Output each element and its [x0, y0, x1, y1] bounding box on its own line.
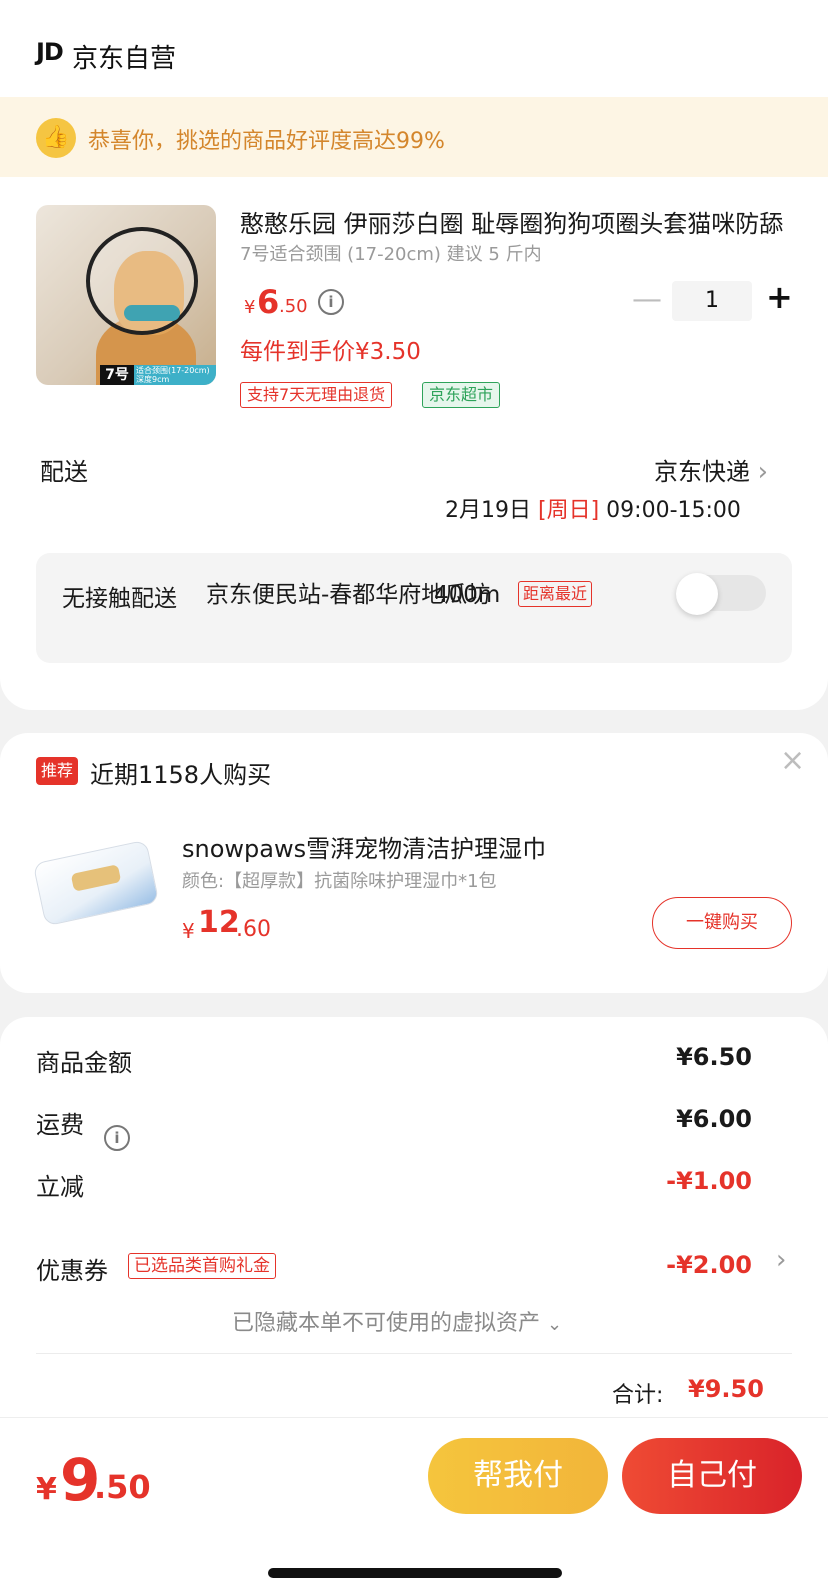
size-label: 7号: [100, 365, 134, 385]
price-summary-card: 商品金额 ¥6.50 运费 i ¥6.00 立减 -¥1.00 优惠券 已选品类…: [0, 1017, 828, 1417]
price-integer: 6: [257, 283, 280, 321]
checkout-bar: ¥ 9 .50 帮我付 自己付: [0, 1417, 828, 1594]
chevron-down-icon: ⌄: [547, 1314, 563, 1335]
wipes-product-image[interactable]: [32, 839, 160, 927]
chevron-right-icon: ›: [757, 457, 769, 487]
one-click-buy-button[interactable]: 一键购买: [652, 897, 792, 949]
coupon-label[interactable]: 优惠券: [36, 1251, 108, 1286]
info-icon[interactable]: i: [318, 289, 344, 315]
price-decimal: .50: [279, 296, 308, 317]
bottom-price-decimal: .50: [94, 1468, 151, 1506]
info-icon[interactable]: i: [104, 1125, 130, 1151]
product-title[interactable]: 憨憨乐园 伊丽莎白圈 耻辱圈狗狗项圈头套猫咪防舔: [240, 204, 790, 239]
recommend-product-spec: 颜色:【超厚款】抗菌除味护理湿巾*1包: [182, 871, 497, 892]
banner-text: 恭喜你，挑选的商品好评度高达99%: [88, 129, 445, 154]
total-label: 合计:: [612, 1383, 664, 1408]
shop-name[interactable]: 京东自营: [72, 38, 176, 75]
recommendation-card: 推荐 近期1158人购买 × snowpaws雪湃宠物清洁护理湿巾 颜色:【超厚…: [0, 733, 828, 993]
shipping-label: 运费: [36, 1111, 84, 1139]
return-policy-tag: 支持7天无理由退货: [240, 382, 393, 408]
delivery-weekday: [周日]: [538, 498, 600, 523]
coupon-value[interactable]: -¥2.00: [666, 1251, 752, 1279]
product-spec[interactable]: 7号适合颈围 (17-20cm) 建议 5 斤内: [240, 240, 542, 266]
coupon-tag: 已选品类首购礼金: [128, 1253, 276, 1279]
bottom-price-symbol: ¥: [36, 1472, 57, 1507]
items-amount-label: 商品金额: [36, 1049, 132, 1077]
home-indicator[interactable]: [268, 1568, 562, 1578]
price-symbol: ¥: [244, 297, 256, 318]
help-pay-button[interactable]: 帮我付: [428, 1438, 608, 1514]
discount-value: -¥1.00: [666, 1167, 752, 1195]
delivery-date[interactable]: 2月19日 [周日] 09:00-15:00: [445, 492, 741, 524]
pickup-station: 京东便民站-春都华府地瓜坊 400m: [206, 579, 506, 611]
station-distance: 400m: [434, 582, 501, 608]
deal-price: 每件到手价¥3.50: [240, 339, 421, 365]
quantity-decrease-button[interactable]: —: [632, 282, 662, 317]
size-desc: 适合颈围(17-20cm) 深度9cm: [136, 366, 210, 384]
contactless-delivery-panel: 无接触配送 京东便民站-春都华府地瓜坊 400m 距离最近: [36, 553, 792, 663]
recommend-price-integer: 12: [198, 905, 240, 940]
contactless-label: 无接触配送: [62, 586, 177, 612]
supermarket-tag: 京东超市: [422, 382, 501, 408]
hidden-assets-toggle[interactable]: 已隐藏本单不可使用的虚拟资产 ⌄: [232, 1305, 562, 1337]
delivery-method[interactable]: 京东快递 ›: [654, 452, 768, 487]
quantity-increase-button[interactable]: +: [766, 278, 793, 316]
close-icon[interactable]: ×: [780, 743, 805, 778]
items-amount-value: ¥6.50: [676, 1043, 752, 1071]
recommend-price-decimal: .60: [236, 917, 271, 942]
self-pay-button[interactable]: 自己付: [622, 1438, 802, 1514]
divider: [36, 1353, 792, 1354]
nearest-badge: 距离最近: [518, 581, 593, 607]
contactless-toggle[interactable]: [676, 573, 766, 615]
shipping-value: ¥6.00: [676, 1105, 752, 1133]
jd-logo: JD: [36, 38, 64, 66]
quantity-input[interactable]: 1: [672, 281, 752, 321]
recommend-title: 近期1158人购买: [90, 761, 272, 789]
chevron-right-icon[interactable]: ›: [776, 1245, 786, 1275]
recommend-price-symbol: ¥: [182, 919, 195, 943]
discount-label: 立减: [36, 1173, 84, 1201]
delivery-label: 配送: [40, 458, 88, 486]
collar-band-shape: [124, 305, 180, 321]
order-item-card: JD 京东自营 👍 恭喜你，挑选的商品好评度高达99% 7号 适合颈围(17-2…: [0, 0, 828, 710]
total-value: ¥9.50: [688, 1375, 764, 1403]
recommend-product-name[interactable]: snowpaws雪湃宠物清洁护理湿巾: [182, 829, 546, 864]
recommend-badge: 推荐: [36, 757, 79, 785]
product-image[interactable]: 7号 适合颈围(17-20cm) 深度9cm: [36, 205, 216, 385]
thumbs-up-icon: 👍: [36, 118, 76, 158]
toggle-knob: [676, 573, 718, 615]
